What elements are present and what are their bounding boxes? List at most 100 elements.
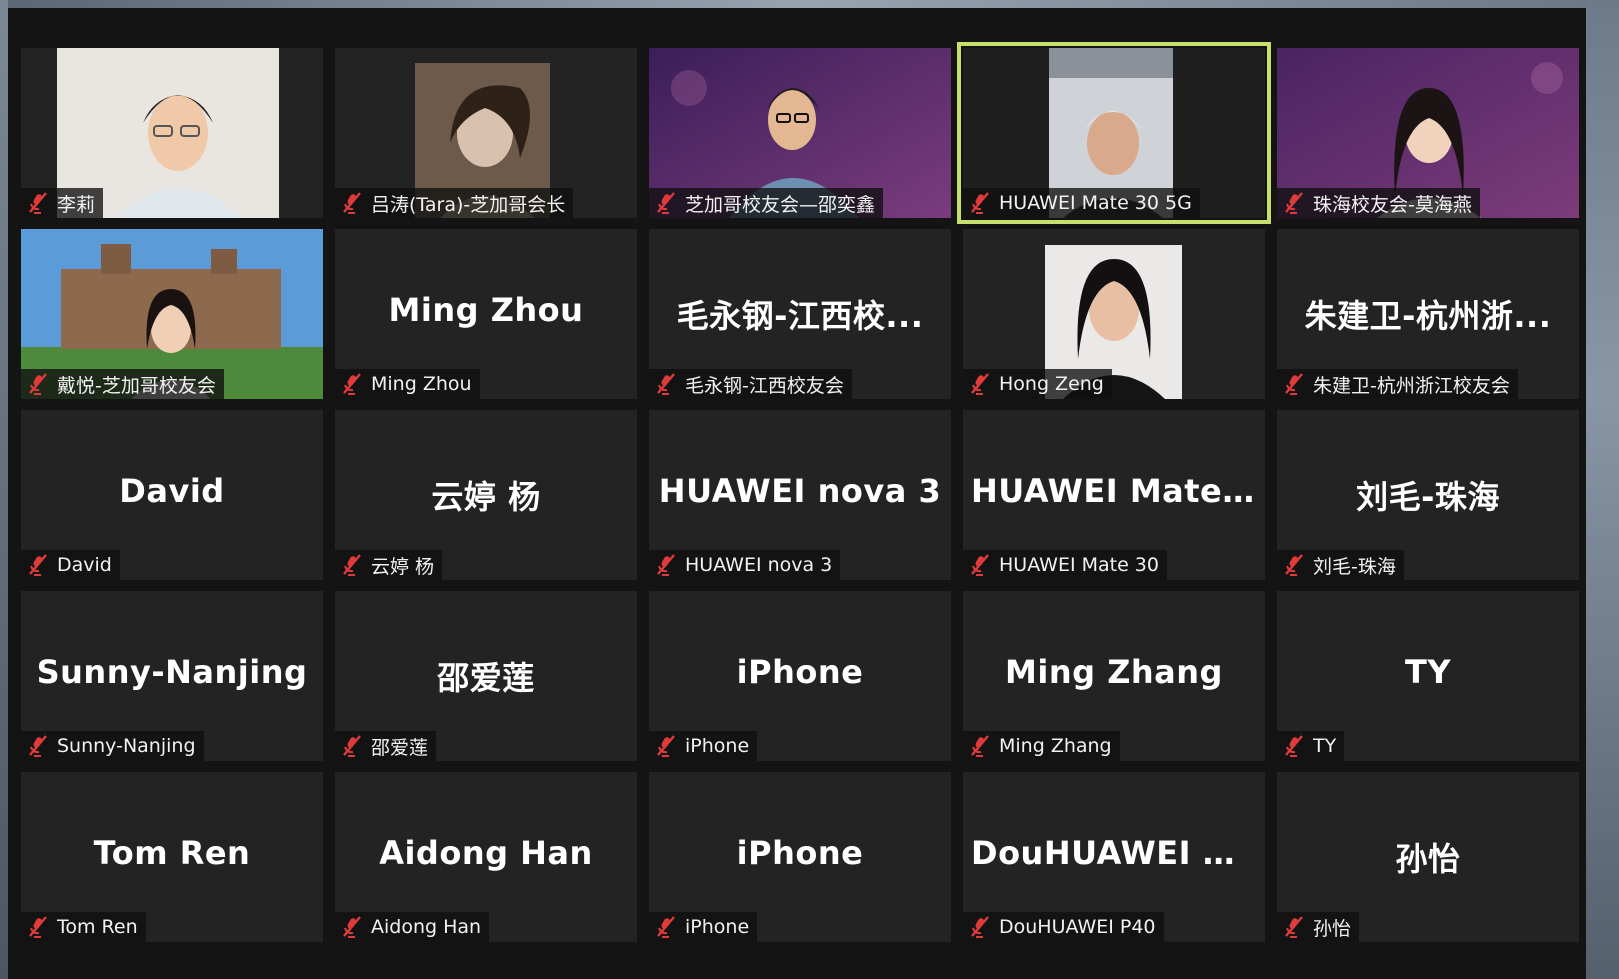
participant-name-label: 孙怡 — [1277, 912, 1360, 942]
participant-name: 珠海校友会-莫海燕 — [1313, 193, 1472, 216]
participant-name-label: 邵爱莲 — [335, 731, 437, 761]
microphone-off-icon — [971, 192, 989, 214]
participant-display-name: Sunny-Nanjing — [36, 653, 308, 691]
participant-tile[interactable]: 芝加哥校友会—邵奕鑫 — [649, 48, 951, 218]
participant-name-label: Ming Zhou — [335, 369, 480, 399]
participant-display-name: Ming Zhou — [388, 291, 584, 329]
participant-name-label: HUAWEI Mate 30 — [963, 550, 1167, 580]
participant-name: Sunny-Nanjing — [57, 735, 196, 757]
participant-name: HUAWEI Mate 30 5G — [999, 192, 1192, 214]
participant-tile[interactable]: 刘毛-珠海 刘毛-珠海 — [1277, 410, 1579, 580]
participant-name: HUAWEI Mate 30 — [999, 554, 1159, 576]
participant-name: 云婷 杨 — [371, 555, 435, 578]
participant-display-name: Ming Zhang — [1005, 653, 1223, 691]
participant-tile[interactable]: Ming Zhang Ming Zhang — [963, 591, 1265, 761]
participant-name: Ming Zhou — [371, 373, 472, 395]
microphone-off-icon — [343, 192, 361, 214]
participant-name-label: DouHUAWEI P40 — [963, 912, 1164, 942]
participant-tile[interactable]: iPhone iPhone — [649, 772, 951, 942]
participant-tile[interactable]: 吕涛(Tara)-芝加哥会长 — [335, 48, 637, 218]
microphone-off-icon — [29, 916, 47, 938]
microphone-off-icon — [29, 373, 47, 395]
participant-name: 吕涛(Tara)-芝加哥会长 — [371, 193, 566, 216]
microphone-off-icon — [971, 554, 989, 576]
participant-name-label: 李莉 — [21, 188, 104, 218]
participant-name-label: 吕涛(Tara)-芝加哥会长 — [335, 188, 574, 218]
participant-name-label: iPhone — [649, 912, 758, 942]
participant-name-label: Sunny-Nanjing — [21, 731, 204, 761]
participant-tile[interactable]: 孙怡 孙怡 — [1277, 772, 1579, 942]
participant-tile[interactable]: Ming Zhou Ming Zhou — [335, 229, 637, 399]
microphone-off-icon — [971, 373, 989, 395]
participant-tile[interactable]: DouHUAWEI P40 DouHUAWEI P40 — [963, 772, 1265, 942]
participant-display-name: 云婷 杨 — [431, 478, 541, 516]
participant-tile[interactable]: Tom Ren Tom Ren — [21, 772, 323, 942]
microphone-off-icon — [343, 373, 361, 395]
participant-name: 戴悦-芝加哥校友会 — [57, 374, 216, 397]
microphone-off-icon — [971, 735, 989, 757]
participant-name-label: iPhone — [649, 731, 758, 761]
participant-display-name: 毛永钢-江西校... — [676, 297, 924, 335]
participant-tile[interactable]: 珠海校友会-莫海燕 — [1277, 48, 1579, 218]
video-meeting-window: 李莉 吕涛(Tara)-芝加哥会长 芝加哥校友会—邵奕鑫 HUAWEI Mate 30… — [8, 8, 1586, 979]
participant-tile[interactable]: 李莉 — [21, 48, 323, 218]
microphone-off-icon — [343, 554, 361, 576]
participant-name-label: HUAWEI nova 3 — [649, 550, 841, 580]
participant-name: 孙怡 — [1313, 917, 1352, 940]
participant-display-name: iPhone — [736, 834, 864, 872]
participant-display-name: DouHUAWEI P40 — [971, 834, 1265, 872]
participant-tile[interactable]: HUAWEI Mate 30 HUAWEI Mate 30 — [963, 410, 1265, 580]
participant-tile[interactable]: 朱建卫-杭州浙... 朱建卫-杭州浙江校友会 — [1277, 229, 1579, 399]
desktop-background-right — [1586, 0, 1619, 979]
participant-tile[interactable]: HUAWEI nova 3 HUAWEI nova 3 — [649, 410, 951, 580]
participant-name-label: David — [21, 550, 120, 580]
participant-display-name: Aidong Han — [379, 834, 593, 872]
microphone-off-icon — [1285, 916, 1303, 938]
participant-tile[interactable]: HUAWEI Mate 30 5G — [957, 42, 1271, 224]
participant-name: 刘毛-珠海 — [1313, 555, 1396, 578]
participant-name: 毛永钢-江西校友会 — [685, 374, 844, 397]
participant-tile[interactable]: David David — [21, 410, 323, 580]
participant-tile[interactable]: 云婷 杨云婷 杨 — [335, 410, 637, 580]
participant-display-name: TY — [1405, 653, 1451, 691]
participant-name: Tom Ren — [57, 916, 138, 938]
participant-display-name: 邵爱莲 — [437, 659, 535, 697]
participant-name: 邵爱莲 — [371, 736, 429, 759]
microphone-off-icon — [29, 192, 47, 214]
participant-name: HUAWEI nova 3 — [685, 554, 833, 576]
participant-tile[interactable]: Sunny-Nanjing Sunny-Nanjing — [21, 591, 323, 761]
participant-display-name: HUAWEI nova 3 — [658, 472, 942, 510]
microphone-off-icon — [29, 735, 47, 757]
participant-name: 朱建卫-杭州浙江校友会 — [1313, 374, 1510, 397]
participant-name-label: TY — [1277, 731, 1345, 761]
participant-name: iPhone — [685, 735, 750, 757]
desktop-background-top — [0, 0, 1619, 8]
participant-display-name: iPhone — [736, 653, 864, 691]
participant-display-name: 孙怡 — [1395, 840, 1461, 878]
participant-tile[interactable]: 邵爱莲 邵爱莲 — [335, 591, 637, 761]
participant-name: 李莉 — [57, 193, 96, 216]
participant-tile[interactable]: iPhone iPhone — [649, 591, 951, 761]
participant-name: Ming Zhang — [999, 735, 1112, 757]
participant-name: iPhone — [685, 916, 750, 938]
participant-name: Aidong Han — [371, 916, 482, 938]
participant-tile[interactable]: Aidong Han Aidong Han — [335, 772, 637, 942]
participant-tile[interactable]: 戴悦-芝加哥校友会 — [21, 229, 323, 399]
participant-name-label: Tom Ren — [21, 912, 146, 942]
participant-display-name: 朱建卫-杭州浙... — [1304, 297, 1552, 335]
microphone-off-icon — [657, 735, 675, 757]
microphone-off-icon — [29, 554, 47, 576]
participant-tile[interactable]: 毛永钢-江西校... 毛永钢-江西校友会 — [649, 229, 951, 399]
microphone-off-icon — [657, 554, 675, 576]
participant-name: 芝加哥校友会—邵奕鑫 — [685, 193, 876, 216]
gallery-view-grid: 李莉 吕涛(Tara)-芝加哥会长 芝加哥校友会—邵奕鑫 HUAWEI Mate 30… — [21, 42, 1579, 942]
participant-name: Hong Zeng — [999, 373, 1104, 395]
participant-name: TY — [1313, 735, 1337, 757]
microphone-off-icon — [971, 916, 989, 938]
participant-tile[interactable]: TY TY — [1277, 591, 1579, 761]
microphone-off-icon — [657, 192, 675, 214]
participant-name-label: Aidong Han — [335, 912, 490, 942]
participant-tile[interactable]: Hong Zeng — [963, 229, 1265, 399]
microphone-off-icon — [657, 916, 675, 938]
participant-name-label: 芝加哥校友会—邵奕鑫 — [649, 188, 884, 218]
